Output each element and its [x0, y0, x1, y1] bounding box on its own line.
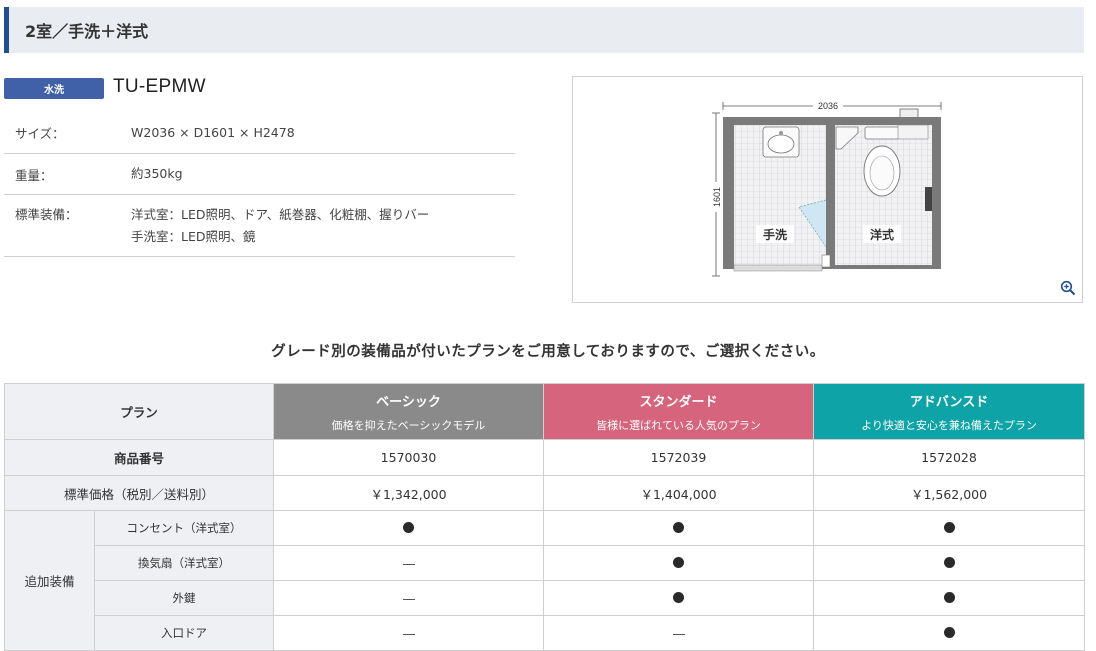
spec-value: W2036 × D1601 × H2478	[119, 122, 515, 144]
plan-header-label: プラン	[3, 383, 275, 440]
product-number-label: 商品番号	[3, 439, 275, 476]
room-label-right: 洋式	[870, 227, 894, 242]
floorplan-drawing: 2036 1601 手洗 洋式	[709, 99, 942, 277]
option-cell	[813, 580, 1086, 616]
included-mark	[943, 556, 955, 568]
included-mark	[403, 521, 415, 533]
option-row: 追加装備 コンセント（洋式室）	[4, 510, 1086, 651]
price-cell: ￥1,562,000	[813, 475, 1086, 511]
included-mark	[943, 591, 955, 603]
option-cell	[813, 510, 1086, 546]
not-included-mark	[402, 563, 415, 565]
room-label-left: 手洗	[763, 227, 787, 242]
grade-standard-header: スタンダード 皆様に選ばれている人気のプラン	[543, 383, 815, 440]
grade-advanced-header: アドバンスド より快適と安心を兼ね備えたプラン	[813, 383, 1086, 440]
grade-name: アドバンスド	[909, 394, 989, 410]
depth-dimension-label: 1601	[712, 187, 722, 207]
not-included-mark	[402, 633, 415, 635]
zoom-in-icon[interactable]	[1060, 280, 1076, 296]
included-mark	[943, 626, 955, 638]
width-dimension-label: 2036	[818, 101, 838, 111]
grade-desc: 価格を抑えたベーシックモデル	[331, 418, 486, 432]
option-row: 外鍵	[5, 580, 1086, 616]
option-row: 入口ドア	[5, 615, 1086, 651]
option-cell	[813, 545, 1086, 581]
grade-desc: より快適と安心を兼ね備えたプラン	[861, 418, 1037, 432]
section-title: 2室／手洗＋洋式	[4, 7, 1084, 53]
model-name: TU-EPMW	[113, 76, 206, 97]
price-row: 標準価格（税別／送料別） ￥1,342,000 ￥1,404,000 ￥1,56…	[3, 475, 1086, 511]
spec-row-weight: 重量： 約350kg	[4, 154, 515, 195]
price-cell: ￥1,404,000	[543, 475, 815, 511]
spec-label: 標準装備：	[15, 207, 78, 222]
option-cell	[543, 510, 815, 546]
product-number-cell: 1570030	[273, 439, 545, 476]
plan-comparison-table: プラン ベーシック 価格を抑えたベーシックモデル スタンダード 皆様に選ばれてい…	[3, 383, 1086, 651]
option-row: 換気扇（洋式室）	[5, 545, 1086, 581]
not-included-mark	[402, 598, 415, 600]
option-cell	[543, 580, 815, 616]
product-number-cell: 1572039	[543, 439, 815, 476]
price-label: 標準価格（税別／送料別）	[3, 475, 275, 511]
included-mark	[673, 591, 685, 603]
section-title-text: 2室／手洗＋洋式	[25, 22, 149, 41]
not-included-mark	[672, 633, 685, 635]
included-mark	[673, 556, 685, 568]
plan-intro-text: グレード別の装備品が付いたプランをご用意しておりますので、ご選択ください。	[271, 344, 825, 360]
spec-value: 洋式室：LED照明、ドア、紙巻器、化粧棚、握りバー 手洗室：LED照明、鏡	[119, 204, 515, 256]
product-number-cell: 1572028	[813, 439, 1086, 476]
option-cell	[273, 615, 545, 651]
option-label: コンセント（洋式室）	[93, 510, 275, 546]
options-group-label: 追加装備	[4, 510, 95, 651]
option-label: 外鍵	[93, 580, 275, 616]
option-cell	[543, 545, 815, 581]
spec-value-line: 約350kg	[131, 166, 183, 181]
spec-value: 約350kg	[119, 163, 515, 185]
spec-value-line: W2036 × D1601 × H2478	[131, 124, 295, 140]
option-cell	[273, 510, 545, 546]
category-badge: 水洗	[4, 78, 104, 99]
spec-value-line: 洋式室：LED照明、ドア、紙巻器、化粧棚、握りバー	[131, 207, 430, 222]
option-cell	[543, 615, 815, 651]
grade-basic-header: ベーシック 価格を抑えたベーシックモデル	[273, 383, 545, 440]
option-label: 換気扇（洋式室）	[93, 545, 275, 581]
spec-value-line: 手洗室：LED照明、鏡	[131, 229, 256, 244]
spec-row-size: サイズ： W2036 × D1601 × H2478	[4, 112, 515, 154]
spec-row-equipment: 標準装備： 洋式室：LED照明、ドア、紙巻器、化粧棚、握りバー 手洗室：LED照…	[4, 195, 515, 257]
option-cell	[813, 615, 1086, 651]
plan-header-row: プラン ベーシック 価格を抑えたベーシックモデル スタンダード 皆様に選ばれてい…	[3, 383, 1086, 440]
grade-name: ベーシック	[376, 394, 441, 410]
included-mark	[943, 521, 955, 533]
product-number-row: 商品番号 1570030 1572039 1572028	[3, 439, 1086, 476]
option-label: 入口ドア	[93, 615, 275, 651]
included-mark	[673, 521, 685, 533]
grade-desc: 皆様に選ばれている人気のプラン	[596, 418, 761, 432]
floorplan-image[interactable]: 2036 1601 手洗 洋式	[572, 76, 1083, 303]
spec-label: 重量：	[15, 167, 53, 183]
spec-label: サイズ：	[15, 126, 65, 141]
option-cell	[273, 580, 545, 616]
price-cell: ￥1,342,000	[273, 475, 545, 511]
spec-table: サイズ： W2036 × D1601 × H2478 重量： 約350kg 標準…	[4, 112, 515, 257]
grade-name: スタンダード	[639, 394, 718, 410]
option-cell	[273, 545, 545, 581]
